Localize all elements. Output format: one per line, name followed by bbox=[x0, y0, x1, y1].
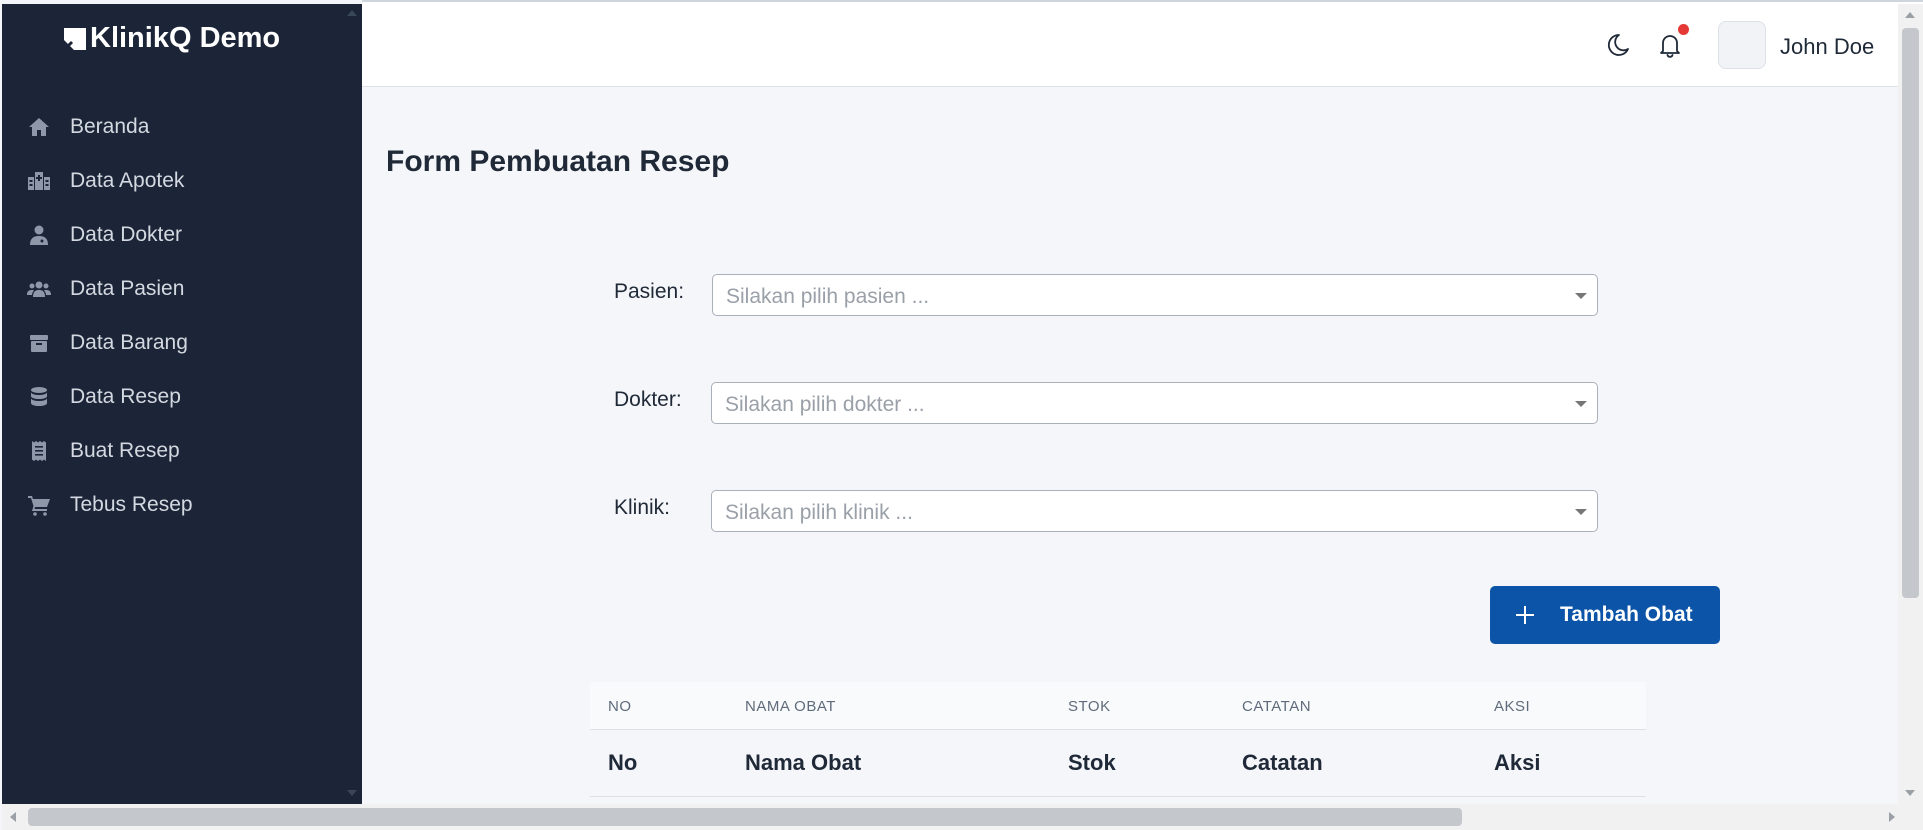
sidebar-item-data-barang[interactable]: Data Barang bbox=[2, 316, 362, 370]
sidebar-item-buat-resep[interactable]: Buat Resep bbox=[2, 424, 362, 478]
bell-icon[interactable] bbox=[1655, 24, 1689, 60]
moon-icon[interactable] bbox=[1606, 30, 1636, 60]
vertical-scrollbar-thumb[interactable] bbox=[1902, 28, 1919, 598]
patient-label: Pasien: bbox=[614, 280, 685, 303]
table-header-row: NO NAMA OBAT STOK CATATAN AKSI bbox=[590, 682, 1646, 730]
home-icon bbox=[26, 114, 52, 140]
sidebar-scroll-down-arrow[interactable] bbox=[347, 790, 357, 796]
clinic-label: Klinik: bbox=[614, 496, 671, 519]
patient-form-row: Pasien: Silakan pilih pasien ... bbox=[614, 274, 1598, 316]
hospital-icon bbox=[26, 168, 52, 194]
column-header-aksi: AKSI bbox=[1494, 698, 1531, 715]
doctor-select[interactable]: Silakan pilih dokter ... bbox=[711, 382, 1598, 424]
box-icon bbox=[26, 330, 52, 356]
sidebar-item-tebus-resep[interactable]: Tebus Resep bbox=[2, 478, 362, 532]
horizontal-scrollbar[interactable] bbox=[2, 804, 1923, 830]
column-header-catatan: CATATAN bbox=[1242, 698, 1312, 715]
column-header-stok: STOK bbox=[1068, 698, 1111, 715]
receipt-icon bbox=[26, 438, 52, 464]
sidebar-nav: Beranda Data Apotek Data Dokter Data Pas… bbox=[2, 100, 362, 532]
database-icon bbox=[26, 384, 52, 410]
sidebar-item-label: Buat Resep bbox=[70, 439, 180, 462]
table-cell: Nama Obat bbox=[745, 750, 862, 775]
sidebar-item-label: Tebus Resep bbox=[70, 493, 193, 516]
sidebar-item-label: Beranda bbox=[70, 115, 150, 138]
table-cell: Stok bbox=[1068, 750, 1116, 775]
table-cell: No bbox=[608, 750, 638, 775]
sidebar-item-label: Data Apotek bbox=[70, 169, 185, 192]
chevron-down-icon bbox=[1575, 401, 1587, 407]
table-row: No Nama Obat Stok Catatan Aksi bbox=[590, 730, 1646, 797]
patient-select[interactable]: Silakan pilih pasien ... bbox=[712, 274, 1598, 316]
scroll-down-arrow[interactable] bbox=[1905, 790, 1915, 796]
chevron-down-icon bbox=[1575, 509, 1587, 515]
horizontal-scrollbar-thumb[interactable] bbox=[28, 808, 1462, 826]
sidebar-item-beranda[interactable]: Beranda bbox=[2, 100, 362, 154]
sidebar-item-data-pasien[interactable]: Data Pasien bbox=[2, 262, 362, 316]
cart-icon bbox=[26, 492, 52, 518]
vertical-scrollbar[interactable] bbox=[1898, 4, 1923, 804]
scroll-right-arrow[interactable] bbox=[1889, 812, 1895, 822]
add-medicine-button[interactable]: Tambah Obat bbox=[1490, 586, 1720, 644]
sidebar-item-label: Data Barang bbox=[70, 331, 188, 354]
column-header-no: NO bbox=[608, 698, 632, 715]
doctor-select-placeholder: Silakan pilih dokter ... bbox=[725, 393, 925, 416]
sidebar-scroll-up-arrow[interactable] bbox=[347, 10, 357, 16]
scroll-up-arrow[interactable] bbox=[1905, 12, 1915, 18]
avatar[interactable] bbox=[1718, 21, 1766, 69]
sidebar-item-label: Data Resep bbox=[70, 385, 181, 408]
sidebar-item-label: Data Pasien bbox=[70, 277, 185, 300]
plus-icon bbox=[1514, 604, 1536, 626]
table-cell: Catatan bbox=[1242, 750, 1323, 775]
clinic-select-placeholder: Silakan pilih klinik ... bbox=[725, 501, 913, 524]
doctor-icon bbox=[26, 222, 52, 248]
logo-icon bbox=[62, 27, 86, 51]
user-name[interactable]: John Doe bbox=[1780, 34, 1874, 60]
notification-badge bbox=[1678, 24, 1689, 35]
patient-select-placeholder: Silakan pilih pasien ... bbox=[726, 285, 930, 308]
clinic-select[interactable]: Silakan pilih klinik ... bbox=[711, 490, 1598, 532]
column-header-nama-obat: NAMA OBAT bbox=[745, 698, 836, 715]
top-header: John Doe bbox=[362, 4, 1898, 87]
brand-name: KlinikQ Demo bbox=[90, 22, 281, 54]
page-title: Form Pembuatan Resep bbox=[386, 145, 730, 178]
add-medicine-button-label: Tambah Obat bbox=[1560, 603, 1693, 626]
sidebar-item-label: Data Dokter bbox=[70, 223, 183, 246]
users-icon bbox=[26, 276, 52, 302]
sidebar: KlinikQ Demo Beranda Data Apotek Data Do… bbox=[2, 4, 362, 804]
chevron-down-icon bbox=[1575, 293, 1587, 299]
sidebar-item-data-apotek[interactable]: Data Apotek bbox=[2, 154, 362, 208]
sidebar-item-data-dokter[interactable]: Data Dokter bbox=[2, 208, 362, 262]
doctor-form-row: Dokter: Silakan pilih dokter ... bbox=[614, 382, 1598, 424]
scroll-left-arrow[interactable] bbox=[10, 812, 16, 822]
brand-logo-link[interactable]: KlinikQ Demo bbox=[62, 22, 280, 55]
table-cell: Aksi bbox=[1494, 750, 1541, 775]
sidebar-item-data-resep[interactable]: Data Resep bbox=[2, 370, 362, 424]
clinic-form-row: Klinik: Silakan pilih klinik ... bbox=[614, 490, 1598, 532]
medicine-table: NO NAMA OBAT STOK CATATAN AKSI No Nama O… bbox=[590, 682, 1646, 797]
doctor-label: Dokter: bbox=[614, 388, 682, 411]
